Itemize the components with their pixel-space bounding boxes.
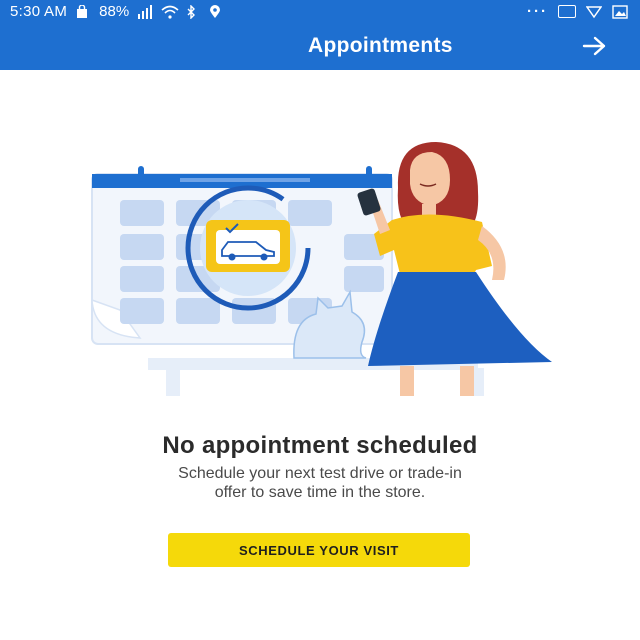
schedule-visit-button[interactable]: SCHEDULE YOUR VISIT	[168, 533, 470, 567]
image-icon	[612, 4, 628, 19]
bag-icon-secondary	[585, 5, 603, 19]
app-header: 5:30 AM 88% ··· Appointments	[0, 0, 640, 70]
status-bar: 5:30 AM 88% ···	[0, 0, 640, 24]
empty-state-subtext-line1: Schedule your next test drive or trade-i…	[178, 465, 462, 482]
bag-icon	[75, 3, 91, 19]
alarm-icon	[558, 5, 576, 18]
empty-state-subtext: Schedule your next test drive or trade-i…	[60, 464, 580, 502]
empty-state-heading: No appointment scheduled	[162, 432, 478, 459]
status-battery: 88%	[99, 3, 130, 20]
status-time: 5:30 AM	[10, 3, 68, 20]
arrow-icon[interactable]	[580, 34, 610, 58]
location-icon	[209, 4, 225, 19]
wifi-icon	[161, 5, 179, 19]
more-dots-icon: ···	[527, 3, 548, 20]
empty-state-illustration	[80, 130, 560, 410]
page-title: Appointments	[308, 34, 453, 57]
empty-state-subtext-line2: offer to save time in the store.	[214, 484, 426, 501]
bluetooth-icon	[185, 3, 201, 20]
signal-icon	[137, 4, 153, 19]
